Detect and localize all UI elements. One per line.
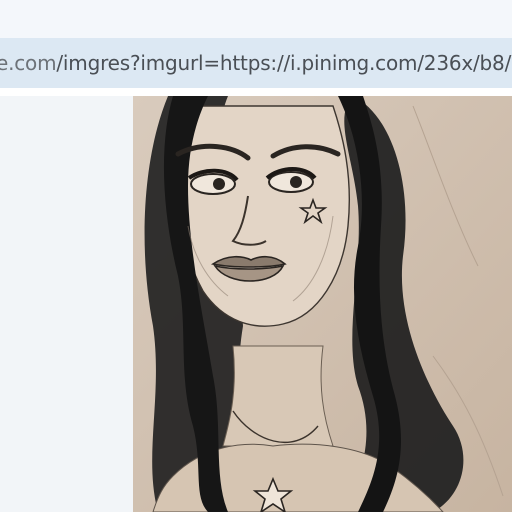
url-host-suffix: e.com xyxy=(0,51,57,75)
address-bar[interactable]: e.com/imgres?imgurl=https://i.pinimg.com… xyxy=(0,38,512,88)
lips-upper xyxy=(210,255,287,268)
left-panel xyxy=(0,96,133,512)
image-viewer[interactable] xyxy=(133,96,512,512)
url-path: /imgres?imgurl=https://i.pinimg.com/236x… xyxy=(56,51,512,75)
sketch-portrait-image xyxy=(133,96,512,512)
browser-top-strip xyxy=(0,0,512,38)
neck xyxy=(222,345,334,447)
toolbar-divider xyxy=(0,88,512,96)
url-text[interactable]: e.com/imgres?imgurl=https://i.pinimg.com… xyxy=(0,51,512,75)
